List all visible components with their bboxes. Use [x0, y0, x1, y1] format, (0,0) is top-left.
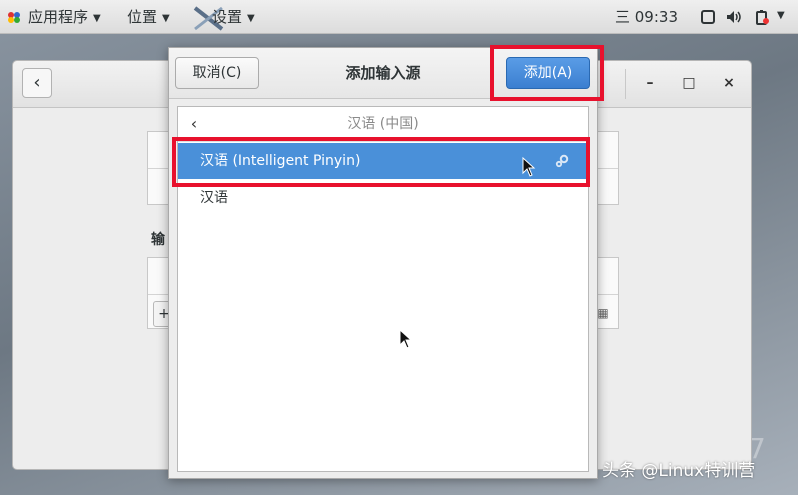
dialog-header: 取消(C) 添加输入源 添加(A) [169, 48, 597, 99]
header-separator [625, 69, 626, 99]
back-button[interactable]: ‹ [22, 68, 52, 98]
add-button[interactable]: 添加(A) [506, 57, 590, 89]
settings-menu-label: 设置 [212, 8, 243, 26]
volume-icon[interactable] [726, 9, 742, 25]
settings-gears-icon [555, 154, 569, 168]
applications-logo-icon [8, 12, 20, 23]
mouse-pointer-icon [399, 329, 413, 349]
mouse-pointer-icon [522, 157, 536, 177]
watermark: 头条 @Linux特训营 [602, 461, 756, 481]
top-bar: 应用程序 ▼ 位置 ▼ 设置 ▼ 三 09:33 ▼ [0, 0, 798, 34]
list-header-title: 汉语 (中国) [347, 116, 419, 132]
window-overview-icon[interactable] [700, 9, 716, 25]
list-item-label: 汉语 (Intelligent Pinyin) [200, 153, 361, 169]
chevron-left-icon[interactable]: ‹ [184, 107, 204, 141]
places-menu[interactable]: 位置 ▼ [127, 0, 170, 34]
clock[interactable]: 三 09:33 [615, 0, 678, 34]
settings-menu[interactable]: 设置 ▼ [212, 0, 255, 34]
list-item-label: 汉语 [200, 190, 228, 206]
power-icon[interactable] [754, 9, 770, 25]
close-icon[interactable]: × [717, 71, 741, 95]
maximize-icon[interactable]: □ [677, 71, 701, 95]
chevron-down-icon: ▼ [162, 13, 170, 24]
chevron-down-icon[interactable]: ▼ [777, 10, 785, 21]
add-input-source-dialog: 取消(C) 添加输入源 添加(A) ‹ 汉语 (中国) 汉语 (Intellig… [168, 47, 598, 479]
chevron-down-icon: ▼ [93, 13, 101, 24]
minimize-icon[interactable]: – [638, 71, 662, 95]
places-menu-label: 位置 [127, 8, 158, 26]
chevron-left-icon: ‹ [33, 72, 41, 93]
cancel-button[interactable]: 取消(C) [175, 57, 259, 89]
list-header[interactable]: ‹ 汉语 (中国) [178, 107, 588, 142]
list-item-chinese[interactable]: 汉语 [178, 180, 588, 216]
chevron-down-icon: ▼ [247, 13, 255, 24]
applications-menu-label: 应用程序 [28, 8, 89, 26]
input-sources-label: 输 [151, 232, 165, 248]
applications-menu[interactable]: 应用程序 ▼ [28, 0, 101, 34]
